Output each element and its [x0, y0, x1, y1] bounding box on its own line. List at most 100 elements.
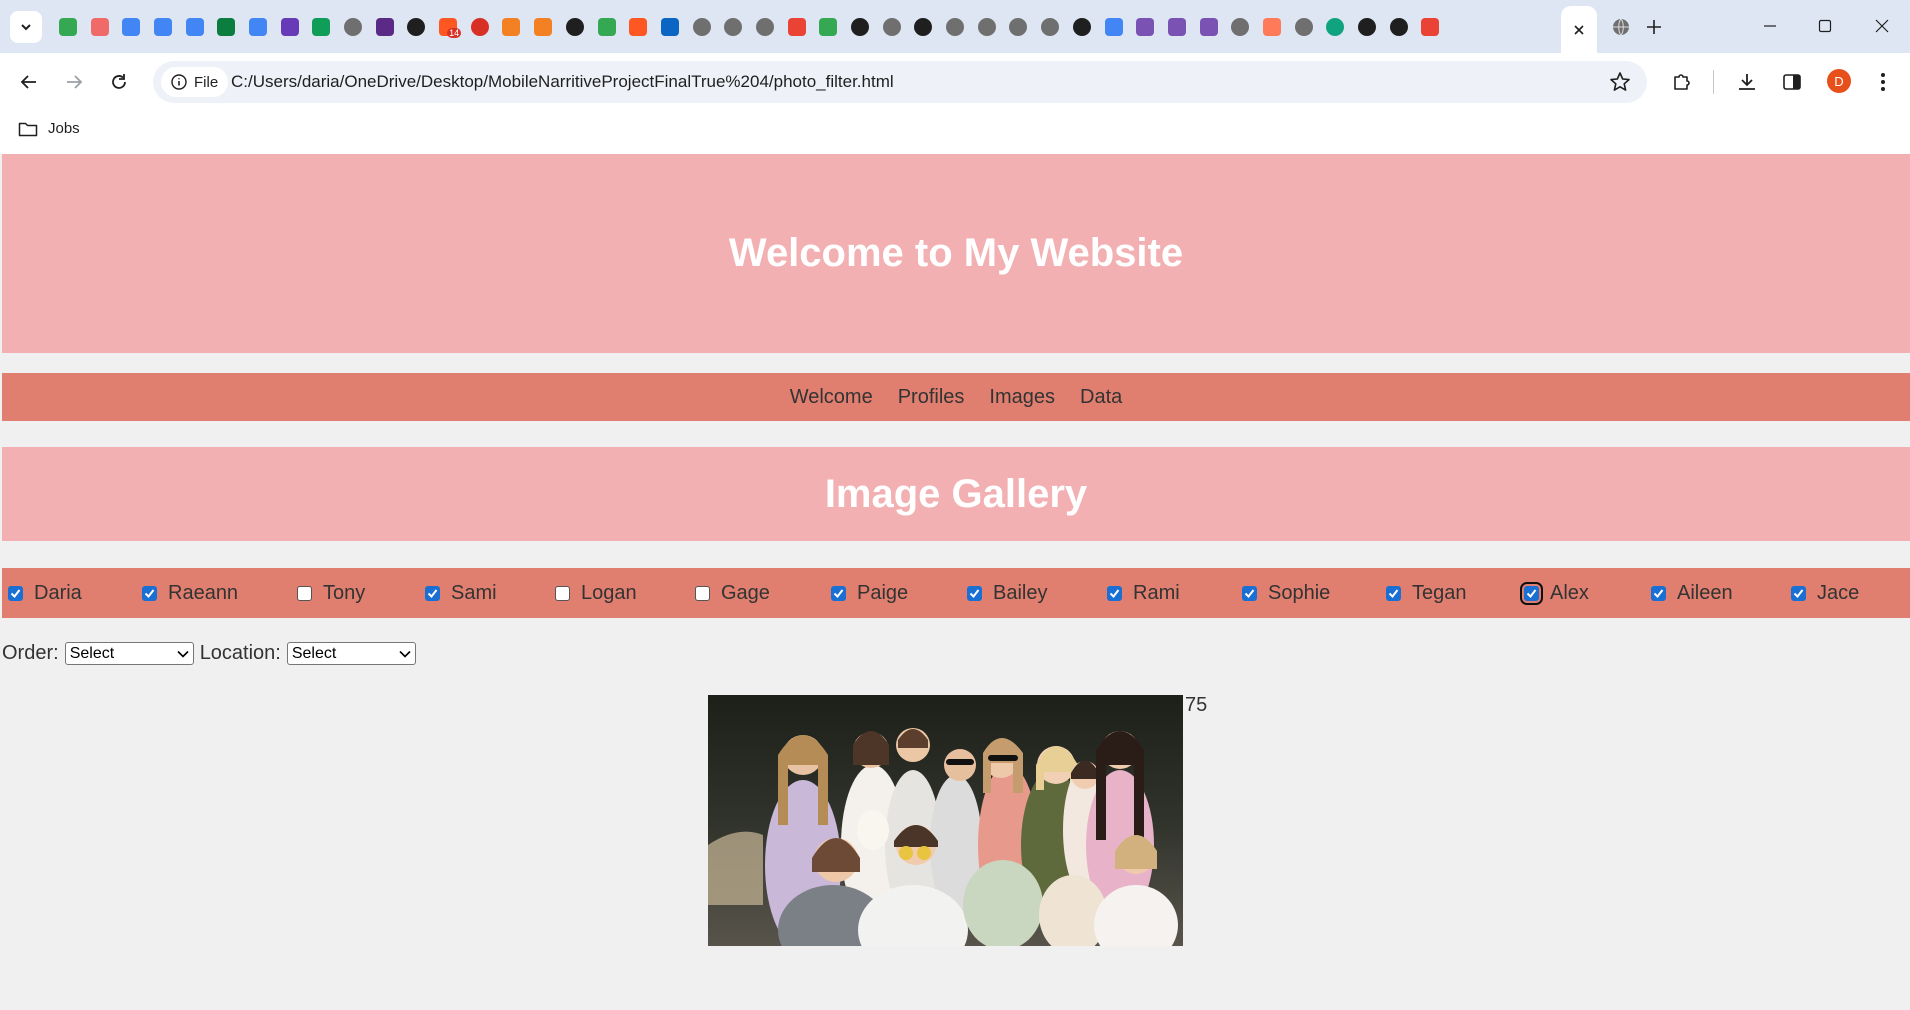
nav-link-profiles[interactable]: Profiles — [898, 386, 965, 409]
filter-bailey[interactable]: Bailey — [967, 568, 1047, 618]
filter-checkbox-paige[interactable] — [831, 585, 846, 601]
tab-wix[interactable] — [210, 12, 242, 42]
tab-docs[interactable] — [115, 12, 147, 42]
tab-globe[interactable] — [686, 12, 718, 42]
tab-forms[interactable] — [274, 12, 306, 42]
tab-bootstrap[interactable] — [1161, 12, 1193, 42]
tab-gmail[interactable] — [781, 12, 813, 42]
tab-github[interactable] — [1383, 12, 1415, 42]
tab-globe[interactable] — [1034, 12, 1066, 42]
close-window-button[interactable] — [1857, 6, 1907, 46]
tab-globe[interactable] — [1224, 12, 1256, 42]
filter-aileen[interactable]: Aileen — [1651, 568, 1733, 618]
tab-github[interactable] — [559, 12, 591, 42]
filter-checkbox-gage[interactable] — [695, 585, 710, 601]
tab-bootstrap[interactable] — [1129, 12, 1161, 42]
tab-globe[interactable] — [1288, 12, 1320, 42]
profile-avatar[interactable]: D — [1827, 69, 1851, 93]
filter-alex[interactable]: Alex — [1520, 568, 1589, 618]
filter-checkbox-alex[interactable] — [1520, 581, 1543, 605]
bookmark-folder-jobs[interactable]: Jobs — [18, 120, 80, 137]
address-bar[interactable]: File C:/Users/daria/OneDrive/Desktop/Mob… — [153, 61, 1647, 103]
bookmark-star-button[interactable] — [1609, 71, 1631, 93]
filter-gage[interactable]: Gage — [695, 568, 770, 618]
tab-perplexity[interactable] — [369, 12, 401, 42]
tab-globe[interactable] — [1003, 12, 1035, 42]
url-text[interactable]: C:/Users/daria/OneDrive/Desktop/MobileNa… — [231, 72, 894, 92]
tab-globe[interactable] — [337, 12, 369, 42]
filter-tony[interactable]: Tony — [297, 568, 365, 618]
filter-sophie[interactable]: Sophie — [1242, 568, 1330, 618]
filter-jace[interactable]: Jace — [1791, 568, 1859, 618]
tab-blogger[interactable] — [622, 12, 654, 42]
location-select[interactable]: Select — [286, 642, 416, 665]
new-tab-button[interactable] — [1638, 11, 1670, 43]
filter-raeann[interactable]: Raeann — [142, 568, 238, 618]
filter-checkbox-tony[interactable] — [297, 585, 312, 601]
filter-checkbox-rami[interactable] — [1107, 585, 1122, 601]
tab-globe[interactable] — [717, 12, 749, 42]
tab-github[interactable] — [908, 12, 940, 42]
tab-drive[interactable] — [591, 12, 623, 42]
filter-checkbox-aileen[interactable] — [1651, 585, 1666, 601]
tab-docs[interactable] — [242, 12, 274, 42]
tab-sheets[interactable] — [306, 12, 338, 42]
site-info-chip[interactable]: File — [161, 67, 229, 97]
forward-button[interactable] — [59, 67, 89, 97]
filter-sami[interactable]: Sami — [425, 568, 497, 618]
back-button[interactable] — [14, 67, 44, 97]
tab-bootstrap[interactable] — [1193, 12, 1225, 42]
filter-checkbox-daria[interactable] — [8, 585, 23, 601]
tab-globe[interactable] — [971, 12, 1003, 42]
nav-link-data[interactable]: Data — [1080, 386, 1122, 409]
side-panel-button[interactable] — [1779, 69, 1805, 95]
order-select[interactable]: Select — [64, 642, 194, 665]
tab-globe[interactable] — [876, 12, 908, 42]
tab-globe[interactable] — [749, 12, 781, 42]
close-tab-icon[interactable] — [1573, 24, 1585, 36]
tab-hubspot[interactable] — [1256, 12, 1288, 42]
filter-checkbox-jace[interactable] — [1791, 585, 1806, 601]
tab-github[interactable] — [1351, 12, 1383, 42]
filter-paige[interactable]: Paige — [831, 568, 908, 618]
filter-checkbox-raeann[interactable] — [142, 585, 157, 601]
tab-docs[interactable] — [179, 12, 211, 42]
filter-logan[interactable]: Logan — [555, 568, 637, 618]
tab-globe[interactable] — [939, 12, 971, 42]
tab-stack[interactable] — [527, 12, 559, 42]
filter-daria[interactable]: Daria — [8, 568, 82, 618]
gallery-photo[interactable] — [708, 695, 1183, 946]
tab-drive[interactable] — [813, 12, 845, 42]
tab-linkedin[interactable] — [654, 12, 686, 42]
tab-docs[interactable] — [147, 12, 179, 42]
tab-gmail[interactable] — [1415, 12, 1447, 42]
nav-link-images[interactable]: Images — [989, 386, 1055, 409]
tab-github[interactable] — [844, 12, 876, 42]
filter-checkbox-sami[interactable] — [425, 585, 440, 601]
tab-notify[interactable] — [464, 12, 496, 42]
filter-checkbox-bailey[interactable] — [967, 585, 982, 601]
tab-blogger[interactable]: 14 — [432, 12, 464, 42]
maximize-button[interactable] — [1800, 6, 1850, 46]
extensions-button[interactable] — [1669, 69, 1695, 95]
menu-button[interactable] — [1870, 69, 1896, 95]
filter-checkbox-sophie[interactable] — [1242, 585, 1257, 601]
filter-rami[interactable]: Rami — [1107, 568, 1180, 618]
reload-button[interactable] — [104, 67, 134, 97]
filter-checkbox-tegan[interactable] — [1386, 585, 1401, 601]
tab-chatgpt[interactable] — [1320, 12, 1352, 42]
tab-google[interactable] — [1098, 12, 1130, 42]
filter-tegan[interactable]: Tegan — [1386, 568, 1467, 618]
tab-drive[interactable] — [52, 12, 84, 42]
nav-link-welcome[interactable]: Welcome — [790, 386, 873, 409]
tab-p-app[interactable] — [401, 12, 433, 42]
filter-checkbox-logan[interactable] — [555, 585, 570, 601]
downloads-button[interactable] — [1734, 69, 1760, 95]
tab-github[interactable] — [1066, 12, 1098, 42]
tab-search-button[interactable] — [10, 11, 42, 43]
tab-stack[interactable] — [496, 12, 528, 42]
tab-asana[interactable] — [84, 12, 116, 42]
tab-globe[interactable] — [1606, 13, 1636, 41]
active-tab[interactable] — [1561, 6, 1597, 53]
minimize-button-2[interactable] — [1745, 6, 1795, 46]
